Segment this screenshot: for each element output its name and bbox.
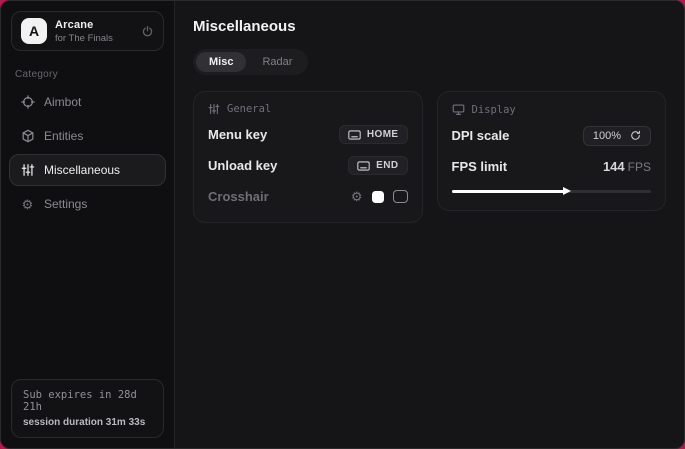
power-icon[interactable]	[141, 25, 154, 38]
display-card-header: Display	[452, 103, 652, 116]
brand-text: Arcane for The Finals	[55, 19, 113, 44]
display-card-title: Display	[472, 104, 516, 116]
unload-key-button[interactable]: END	[348, 156, 407, 175]
crosshair-label: Crosshair	[208, 189, 269, 204]
crosshair-row: Crosshair ⚙	[208, 185, 408, 208]
unload-key-label: Unload key	[208, 158, 277, 173]
subscription-expiry: Sub expires in 28d 21h	[23, 389, 152, 413]
tab-radar[interactable]: Radar	[249, 52, 305, 72]
unload-key-row: Unload key END	[208, 154, 408, 177]
general-card: General Menu key HOME Unload key	[193, 91, 423, 223]
sidebar-item-entities[interactable]: Entities	[9, 120, 166, 152]
cards-row: General Menu key HOME Unload key	[193, 91, 666, 223]
entities-icon	[20, 129, 35, 143]
menu-key-value: HOME	[367, 129, 399, 140]
crosshair-shape-toggle[interactable]	[393, 190, 408, 203]
sidebar-item-settings[interactable]: ⚙ Settings	[9, 188, 166, 220]
crosshair-color-swatch[interactable]	[372, 191, 384, 203]
sidebar-item-miscellaneous[interactable]: Miscellaneous	[9, 154, 166, 186]
brand-logo: A	[21, 18, 47, 44]
sidebar-nav: Aimbot Entities Miscellaneous	[1, 86, 174, 220]
brand-card: A Arcane for The Finals	[11, 11, 164, 51]
sidebar-item-label: Aimbot	[44, 95, 81, 109]
menu-key-label: Menu key	[208, 127, 267, 142]
display-card: Display DPI scale 100% FPS limit	[437, 91, 667, 211]
app-window: A Arcane for The Finals Category Aim	[0, 0, 685, 449]
fps-limit-label: FPS limit	[452, 159, 508, 174]
fps-number: 144	[603, 159, 625, 174]
page-title: Miscellaneous	[193, 18, 666, 35]
subscription-card: Sub expires in 28d 21h session duration …	[11, 379, 164, 438]
monitor-icon	[452, 103, 465, 116]
sidebar-item-aimbot[interactable]: Aimbot	[9, 86, 166, 118]
fps-slider[interactable]	[452, 186, 652, 196]
brand-title: Arcane	[55, 19, 113, 31]
brand-logo-letter: A	[29, 23, 39, 39]
gear-icon: ⚙	[20, 198, 35, 211]
sidebar-item-label: Entities	[44, 129, 83, 143]
fps-slider-thumb[interactable]	[563, 187, 571, 195]
fps-unit: FPS	[628, 160, 651, 174]
keyboard-icon	[348, 130, 361, 140]
category-label: Category	[15, 69, 160, 80]
dpi-scale-row: DPI scale 100%	[452, 124, 652, 147]
menu-key-button[interactable]: HOME	[339, 125, 408, 144]
fps-slider-fill	[452, 190, 566, 193]
dpi-scale-value: 100%	[593, 130, 621, 142]
general-card-header: General	[208, 103, 408, 115]
tab-misc[interactable]: Misc	[196, 52, 246, 72]
dpi-scale-button[interactable]: 100%	[583, 126, 651, 146]
general-card-title: General	[227, 103, 271, 115]
sliders-icon	[20, 163, 35, 177]
main-panel: Miscellaneous Misc Radar General Menu ke…	[175, 1, 684, 448]
dpi-scale-label: DPI scale	[452, 128, 510, 143]
crosshair-controls: ⚙	[351, 190, 408, 203]
sliders-icon	[208, 103, 220, 115]
brand-subtitle: for The Finals	[55, 33, 113, 44]
unload-key-value: END	[376, 160, 398, 171]
tabbar: Misc Radar	[193, 49, 308, 75]
fps-limit-value: 144FPS	[603, 159, 651, 174]
menu-key-row: Menu key HOME	[208, 123, 408, 146]
keyboard-icon	[357, 161, 370, 171]
crosshair-icon	[20, 95, 35, 109]
sidebar-item-label: Miscellaneous	[44, 163, 120, 177]
refresh-icon	[630, 130, 641, 141]
fps-limit-row: FPS limit 144FPS	[452, 155, 652, 178]
sidebar: A Arcane for The Finals Category Aim	[1, 1, 175, 448]
session-duration: session duration 31m 33s	[23, 417, 152, 428]
crosshair-settings-gear-icon[interactable]: ⚙	[351, 190, 363, 203]
sidebar-item-label: Settings	[44, 197, 87, 211]
